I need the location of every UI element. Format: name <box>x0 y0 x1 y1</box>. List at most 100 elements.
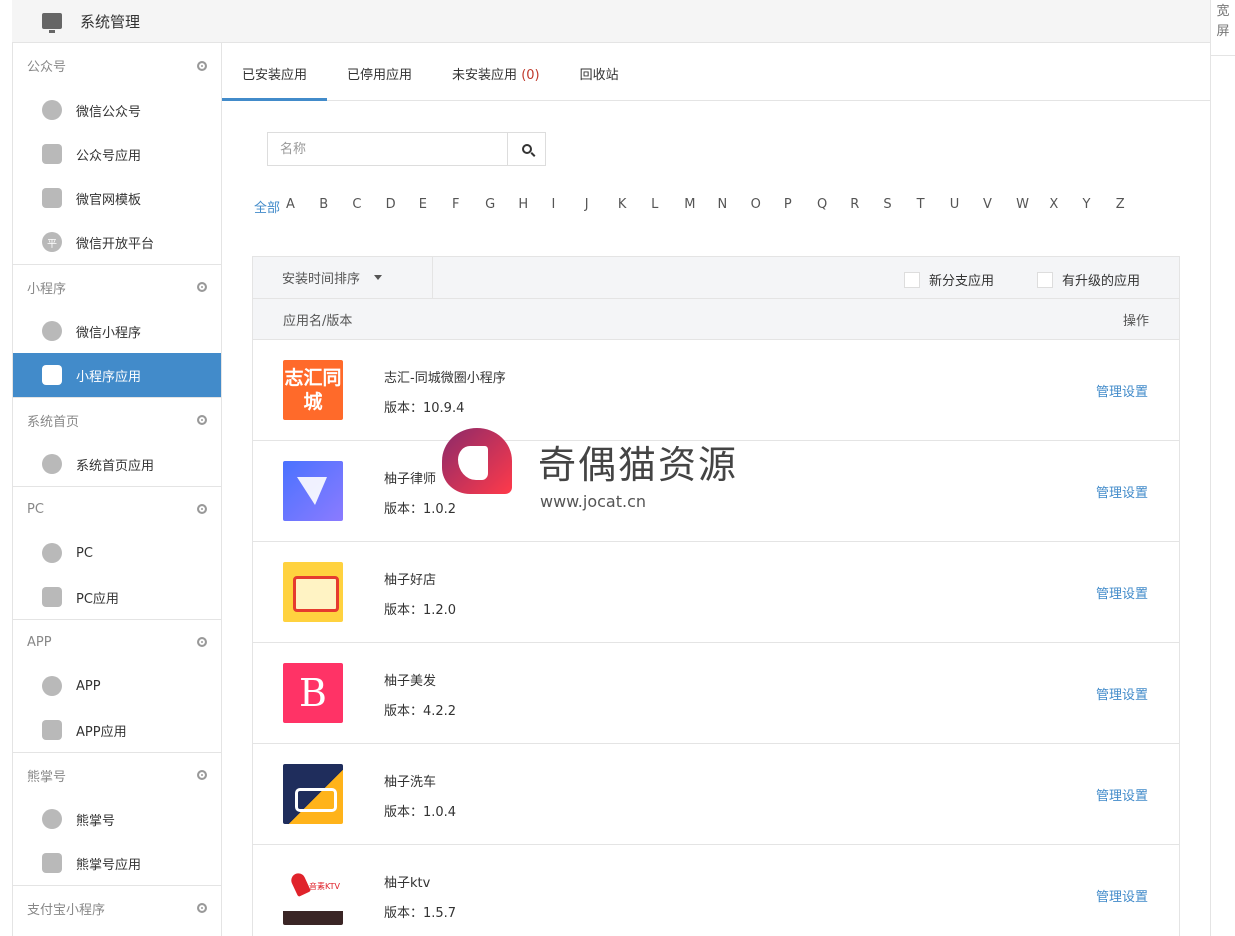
bag-icon <box>42 365 62 385</box>
sidebar-item-gzh-apps[interactable]: 公众号应用 <box>13 132 221 176</box>
letter-j[interactable]: J <box>585 197 618 215</box>
letter-w[interactable]: W <box>1016 197 1049 215</box>
checkbox[interactable] <box>904 271 920 288</box>
app-name: 柚子律师 <box>384 472 437 487</box>
manage-settings-link[interactable]: 管理设置 <box>1096 381 1148 400</box>
sidebar-section-home: 系统首页 <box>13 397 221 442</box>
gear-icon[interactable] <box>197 282 207 292</box>
manage-settings-link[interactable]: 管理设置 <box>1096 684 1148 703</box>
letter-h[interactable]: H <box>518 197 551 215</box>
letter-i[interactable]: I <box>552 197 585 215</box>
sidebar-section-xiongzhang: 熊掌号 <box>13 752 221 797</box>
sidebar-item-wechat-miniprogram[interactable]: 微信小程序 <box>13 309 221 353</box>
gear-icon[interactable] <box>197 60 207 71</box>
letter-m[interactable]: M <box>684 197 717 215</box>
letter-g[interactable]: G <box>485 197 518 215</box>
table-row: 柚子洗车 版本：1.0.4 管理设置 <box>253 744 1179 845</box>
section-title: 系统首页 <box>27 414 80 430</box>
tab-disabled[interactable]: 已停用应用 <box>327 43 432 101</box>
letter-f[interactable]: F <box>452 197 485 215</box>
checkbox-label: 有升级的应用 <box>1062 274 1141 289</box>
letter-x[interactable]: X <box>1049 197 1082 215</box>
app-logo <box>283 562 343 622</box>
app-name: 柚子ktv <box>384 876 431 891</box>
letter-c[interactable]: C <box>352 197 385 215</box>
sidebar-section-pc: PC <box>13 486 221 531</box>
letter-p[interactable]: P <box>784 197 817 215</box>
letter-r[interactable]: R <box>850 197 883 215</box>
search-button[interactable] <box>507 133 545 165</box>
letter-t[interactable]: T <box>917 197 950 215</box>
tab-recycle-bin[interactable]: 回收站 <box>560 43 639 101</box>
manage-settings-link[interactable]: 管理设置 <box>1096 785 1148 804</box>
letter-n[interactable]: N <box>717 197 750 215</box>
gear-icon[interactable] <box>197 504 207 514</box>
tab-installed[interactable]: 已安装应用 <box>222 43 328 101</box>
app-version: 版本：10.9.4 <box>384 401 465 416</box>
widescreen-toggle[interactable]: 宽屏 <box>1210 0 1235 56</box>
letter-k[interactable]: K <box>618 197 651 215</box>
letter-u[interactable]: U <box>950 197 983 215</box>
letter-y[interactable]: Y <box>1083 197 1116 215</box>
tab-label: 已安装应用 <box>242 68 308 83</box>
manage-settings-link[interactable]: 管理设置 <box>1096 583 1148 602</box>
tab-label: 已停用应用 <box>347 68 413 83</box>
sidebar-item-home-apps[interactable]: 系统首页应用 <box>13 442 221 486</box>
app-table: 安装时间排序 新分支应用 有升级的应用 应用名/版本 操作 志汇同城 志汇-同城… <box>252 256 1180 936</box>
checkbox[interactable] <box>1037 271 1053 288</box>
tab-count: (0) <box>521 68 540 83</box>
filter-bar: 安装时间排序 新分支应用 有升级的应用 <box>253 256 1179 299</box>
upgradable-checkbox[interactable]: 有升级的应用 <box>1037 270 1140 289</box>
tab-label: 未安装应用 <box>452 68 518 83</box>
letter-all[interactable]: 全部 <box>254 197 286 216</box>
sidebar-item-xiongzhang[interactable]: 熊掌号 <box>13 797 221 841</box>
sidebar-item-site-template[interactable]: 微官网模板 <box>13 176 221 220</box>
gear-icon[interactable] <box>197 770 207 780</box>
sidebar-item-open-platform[interactable]: 平 微信开放平台 <box>13 220 221 264</box>
sidebar-item-app[interactable]: APP <box>13 664 221 708</box>
sidebar-item-label: PC应用 <box>76 591 119 607</box>
app-logo <box>283 764 343 824</box>
sidebar-item-label: 微信公众号 <box>76 104 142 120</box>
letter-d[interactable]: D <box>386 197 419 215</box>
sort-dropdown[interactable]: 安装时间排序 <box>253 256 433 299</box>
sidebar-item-wechat-official[interactable]: 微信公众号 <box>13 88 221 132</box>
search-input[interactable] <box>268 133 507 165</box>
manage-settings-link[interactable]: 管理设置 <box>1096 886 1148 905</box>
sidebar-item-app-apps[interactable]: APP应用 <box>13 708 221 752</box>
letter-v[interactable]: V <box>983 197 1016 215</box>
section-title: 支付宝小程序 <box>27 902 106 918</box>
gear-icon[interactable] <box>197 415 207 425</box>
letter-s[interactable]: S <box>883 197 916 215</box>
sidebar-item-pc[interactable]: PC <box>13 531 221 575</box>
gear-icon[interactable] <box>197 637 207 647</box>
letter-q[interactable]: Q <box>817 197 850 215</box>
letter-z[interactable]: Z <box>1116 197 1149 215</box>
manage-settings-link[interactable]: 管理设置 <box>1096 482 1148 501</box>
letter-a[interactable]: A <box>286 197 319 215</box>
sidebar-section-app: APP <box>13 619 221 664</box>
letter-b[interactable]: B <box>319 197 352 215</box>
sidebar-item-miniprogram-apps[interactable]: 小程序应用 <box>13 353 221 397</box>
sidebar-section-alipay: 支付宝小程序 <box>13 885 221 930</box>
tab-label: 回收站 <box>579 68 619 83</box>
app-logo: 志汇同城 <box>283 360 343 420</box>
tab-not-installed[interactable]: 未安装应用 (0) <box>432 43 560 101</box>
sidebar-item-xiongzhang-apps[interactable]: 熊掌号应用 <box>13 841 221 885</box>
gear-icon[interactable] <box>197 903 207 913</box>
section-title: APP <box>27 634 52 650</box>
letter-l[interactable]: L <box>651 197 684 215</box>
app-version: 版本：1.2.0 <box>384 603 457 618</box>
letter-o[interactable]: O <box>751 197 784 215</box>
app-name: 柚子美发 <box>384 674 437 689</box>
letter-e[interactable]: E <box>419 197 452 215</box>
monitor-icon <box>42 13 62 33</box>
wechat-icon <box>42 100 62 120</box>
paw-icon <box>42 809 62 829</box>
new-branch-checkbox[interactable]: 新分支应用 <box>904 270 994 289</box>
section-title: PC <box>27 501 44 517</box>
sidebar-item-pc-apps[interactable]: PC应用 <box>13 575 221 619</box>
bag-icon <box>42 587 62 607</box>
sidebar-item-label: 熊掌号 <box>76 813 116 829</box>
section-title: 熊掌号 <box>27 769 67 785</box>
